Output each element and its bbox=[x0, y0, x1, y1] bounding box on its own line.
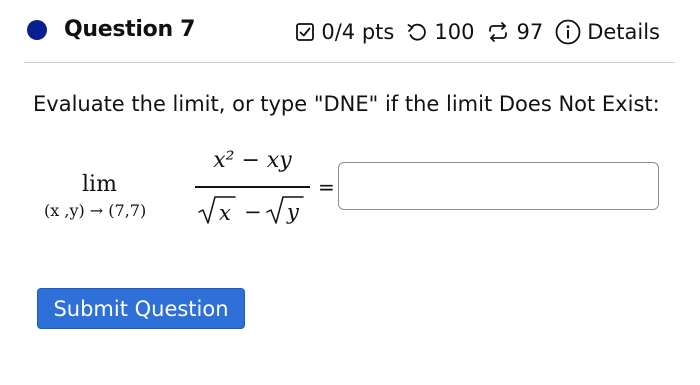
question-prompt: Evaluate the limit, or type "DNE" if the… bbox=[33, 92, 660, 116]
fraction-bar bbox=[195, 186, 310, 188]
question-meta: 0/4 pts 100 97 Details bbox=[295, 19, 660, 45]
den-y: y bbox=[286, 200, 300, 224]
question-header: Question 7 0/4 pts 100 97 Details bbox=[0, 0, 700, 62]
info-icon bbox=[555, 19, 581, 45]
details-label[interactable]: Details bbox=[587, 20, 660, 44]
points-indicator: 0/4 pts bbox=[295, 20, 394, 44]
attempts-text: 97 bbox=[516, 20, 544, 44]
den-minus: − bbox=[244, 200, 262, 224]
equals-sign: = bbox=[318, 175, 335, 199]
header-divider bbox=[24, 62, 675, 63]
answer-input[interactable] bbox=[338, 162, 659, 210]
fraction-numerator: x² − xy bbox=[213, 148, 292, 173]
points-text: 0/4 pts bbox=[321, 20, 395, 44]
undo-icon bbox=[406, 22, 428, 42]
question-title: Question 7 bbox=[64, 17, 196, 42]
lim-operator: lim bbox=[82, 172, 117, 197]
submit-question-button[interactable]: Submit Question bbox=[37, 288, 245, 329]
retries-text: 100 bbox=[434, 20, 475, 44]
den-x: x bbox=[219, 201, 231, 225]
retries-indicator: 100 bbox=[406, 20, 474, 44]
checkbox-icon bbox=[295, 22, 315, 42]
lim-subscript: (x ,y) → (7,7) bbox=[44, 201, 147, 220]
details-link[interactable]: Details bbox=[555, 19, 660, 45]
attempts-indicator: 97 bbox=[486, 20, 543, 44]
repeat-icon bbox=[486, 22, 510, 42]
fraction-denominator: x − y bbox=[195, 192, 310, 228]
question-status-dot-icon bbox=[27, 20, 47, 40]
